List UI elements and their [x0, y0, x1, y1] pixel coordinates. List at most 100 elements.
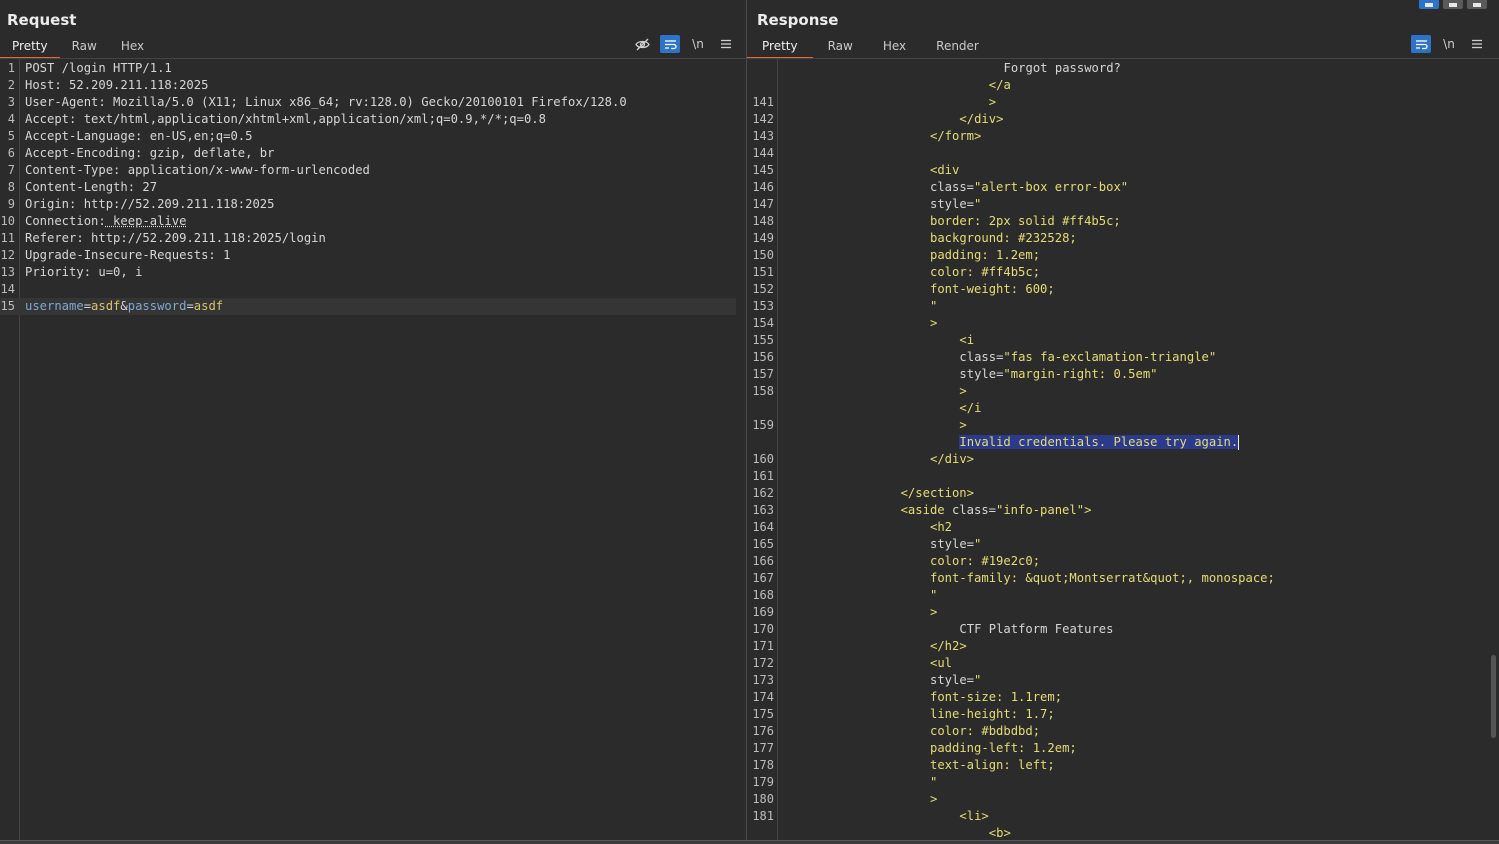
code-line[interactable]: 7 Content-Type: application/x-www-form-ur…	[0, 162, 746, 179]
code-line[interactable]: 177 padding-left: 1.2em;	[747, 740, 1499, 757]
code-line[interactable]: 175 line-height: 1.7;	[747, 706, 1499, 723]
code-line[interactable]: 179 "	[747, 774, 1499, 791]
code-line[interactable]: 1 POST /login HTTP/1.1	[0, 60, 746, 77]
request-tab-pretty[interactable]: Pretty	[0, 37, 60, 59]
line-number: 3	[7, 95, 15, 109]
line-text: Content-Type: application/x-www-form-url…	[25, 162, 370, 179]
code-line[interactable]: 148 border: 2px solid #ff4b5c;	[747, 213, 1499, 230]
line-text: </section>	[901, 485, 974, 502]
response-scrollbar[interactable]	[1491, 655, 1496, 738]
request-tab-raw[interactable]: Raw	[60, 37, 109, 59]
code-line[interactable]: </i	[747, 400, 1499, 417]
response-tab-raw[interactable]: Raw	[813, 37, 868, 59]
code-line[interactable]: 156 class="fas fa-exclamation-triangle"	[747, 349, 1499, 366]
code-line[interactable]: 3 User-Agent: Mozilla/5.0 (X11; Linux x86…	[0, 94, 746, 111]
request-tab-hex[interactable]: Hex	[109, 37, 156, 59]
line-number: 159	[752, 418, 774, 432]
code-line[interactable]: 167 font-family: &quot;Montserrat&quot;, …	[747, 570, 1499, 587]
code-line[interactable]: 174 font-size: 1.1rem;	[747, 689, 1499, 706]
code-line[interactable]: 173 style="	[747, 672, 1499, 689]
code-line[interactable]: 158 >	[747, 383, 1499, 400]
code-line[interactable]: 166 color: #19e2c0;	[747, 553, 1499, 570]
code-line[interactable]: 145 <div	[747, 162, 1499, 179]
code-line[interactable]: 172 <ul	[747, 655, 1499, 672]
newline-toggle-button[interactable]: \n	[688, 35, 708, 53]
code-line[interactable]: 180 >	[747, 791, 1499, 808]
code-line[interactable]: Forgot password?	[747, 60, 1499, 77]
code-line[interactable]: 11 Referer: http://52.209.211.118:2025/lo…	[0, 230, 746, 247]
layout-single-icon[interactable]	[1467, 0, 1487, 9]
code-line[interactable]: 4 Accept: text/html,application/xhtml+xml…	[0, 111, 746, 128]
code-line[interactable]: 8 Content-Length: 27	[0, 179, 746, 196]
code-token: "	[930, 775, 938, 789]
code-line[interactable]: 147 style="	[747, 196, 1499, 213]
line-number: 172	[752, 656, 774, 670]
line-text: Accept-Language: en-US,en;q=0.5	[25, 128, 252, 145]
code-line[interactable]: 151 color: #ff4b5c;	[747, 264, 1499, 281]
code-line[interactable]: Invalid credentials. Please try again.	[747, 434, 1499, 451]
code-line[interactable]: 12 Upgrade-Insecure-Requests: 1	[0, 247, 746, 264]
code-line[interactable]: 171 </h2>	[747, 638, 1499, 655]
code-line[interactable]: 142 </div>	[747, 111, 1499, 128]
code-line[interactable]: 6 Accept-Encoding: gzip, deflate, br	[0, 145, 746, 162]
response-editor[interactable]: Forgot password? </a 141 >142 </div> 143 </for…	[747, 60, 1499, 840]
layout-rows-icon[interactable]	[1443, 0, 1463, 9]
code-line[interactable]: </a	[747, 77, 1499, 94]
code-line[interactable]: 162 </section>	[747, 485, 1499, 502]
code-token: "	[930, 588, 938, 602]
request-editor[interactable]: 1 POST /login HTTP/1.1 2 Host: 52.209.211.1…	[0, 60, 746, 840]
code-line[interactable]: 146 class="alert-box error-box"	[747, 179, 1499, 196]
code-line[interactable]: 13 Priority: u=0, i	[0, 264, 746, 281]
code-line[interactable]: 141 >	[747, 94, 1499, 111]
code-line[interactable]: 143 </form>	[747, 128, 1499, 145]
code-line[interactable]: 150 padding: 1.2em;	[747, 247, 1499, 264]
line-text: <aside class="info-panel">	[901, 502, 1092, 519]
code-line[interactable]: 2 Host: 52.209.211.118:2025	[0, 77, 746, 94]
line-text: color: #bdbdbd;	[930, 723, 1040, 740]
code-line[interactable]: 170 CTF Platform Features	[747, 621, 1499, 638]
code-line[interactable]: 157 style="margin-right: 0.5em"	[747, 366, 1499, 383]
code-line[interactable]: 10 Connection: keep-alive	[0, 213, 746, 230]
code-line[interactable]: 181 <li>	[747, 808, 1499, 825]
code-token: style=	[930, 673, 975, 687]
code-line[interactable]: 164 <h2	[747, 519, 1499, 536]
code-line[interactable]: 152 font-weight: 600;	[747, 281, 1499, 298]
code-line[interactable]: 165 style="	[747, 536, 1499, 553]
code-line[interactable]: 176 color: #bdbdbd;	[747, 723, 1499, 740]
newline-toggle-button[interactable]: \n	[1439, 35, 1459, 53]
layout-columns-icon[interactable]	[1419, 0, 1439, 9]
header-name: Priority:	[25, 265, 92, 279]
code-line[interactable]: 153 "	[747, 298, 1499, 315]
eye-off-icon[interactable]	[632, 35, 652, 53]
code-line[interactable]: 5 Accept-Language: en-US,en;q=0.5	[0, 128, 746, 145]
line-text: Invalid credentials. Please try again.	[959, 434, 1240, 451]
code-line[interactable]: 159 >	[747, 417, 1499, 434]
code-token: text-align: left;	[930, 758, 1055, 772]
menu-icon[interactable]	[716, 35, 736, 53]
code-line[interactable]: 149 background: #232528;	[747, 230, 1499, 247]
response-tab-render[interactable]: Render	[921, 37, 994, 59]
code-line[interactable]: 14	[0, 281, 746, 298]
header-name: Accept-Language:	[25, 129, 143, 143]
wrap-icon[interactable]	[1411, 35, 1431, 53]
wrap-icon[interactable]	[660, 35, 680, 53]
menu-icon[interactable]	[1467, 35, 1487, 53]
code-line[interactable]: 15 username=asdf&password=asdf	[0, 298, 736, 315]
response-tab-pretty[interactable]: Pretty	[747, 37, 813, 59]
code-line[interactable]: 160 </div>	[747, 451, 1499, 468]
code-line[interactable]: 155 <i	[747, 332, 1499, 349]
code-line[interactable]: 144	[747, 145, 1499, 162]
code-line[interactable]: 154 >	[747, 315, 1499, 332]
response-tab-hex[interactable]: Hex	[868, 37, 921, 59]
code-line[interactable]: 168 "	[747, 587, 1499, 604]
line-number: 6	[7, 146, 15, 160]
code-line[interactable]: 9 Origin: http://52.209.211.118:2025	[0, 196, 746, 213]
code-token: >	[959, 384, 967, 398]
code-line[interactable]: 169 >	[747, 604, 1499, 621]
line-number: 147	[752, 197, 774, 211]
code-line[interactable]: 161	[747, 468, 1499, 485]
code-line[interactable]: 163 <aside class="info-panel">	[747, 502, 1499, 519]
code-line[interactable]: 178 text-align: left;	[747, 757, 1499, 774]
line-text: font-weight: 600;	[930, 281, 1055, 298]
line-text: <ul	[930, 655, 952, 672]
